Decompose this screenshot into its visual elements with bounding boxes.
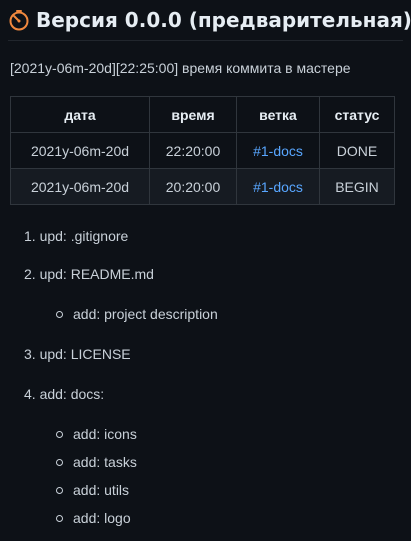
sub-list-item: add: icons (56, 426, 137, 442)
sub-item-text: add: utils (73, 482, 130, 498)
bullet-icon (56, 514, 63, 522)
item-number: 4. (24, 386, 36, 402)
column-header-status: статус (319, 96, 395, 133)
table-row: 2021y-06m-20d 20:20:00 #1-docs BEGIN (10, 168, 395, 205)
list-item: 4. add: docs: (24, 386, 104, 402)
sub-item-text: add: project description (73, 306, 218, 322)
timer-icon (8, 9, 30, 31)
sub-list-item: add: utils (56, 482, 129, 498)
item-number: 2. (24, 266, 36, 282)
cell-time: 22:20:00 (149, 132, 237, 169)
bullet-icon (56, 458, 63, 466)
cell-branch: #1-docs (236, 132, 320, 169)
bullet-icon (56, 430, 63, 438)
item-text: add: docs: (39, 386, 105, 402)
list-item: 1. upd: .gitignore (24, 228, 128, 244)
list-item: 2. upd: README.md (24, 266, 154, 282)
column-header-time: время (149, 96, 237, 133)
commit-table: дата время ветка статус 2021y-06m-20d 22… (10, 96, 395, 205)
page-title: Версия 0.0.0 (предварительная) (36, 8, 411, 32)
column-header-branch: ветка (236, 96, 320, 133)
commit-time-line: [2021y-06m-20d][22:25:00] время коммита … (10, 60, 351, 76)
sub-item-text: add: tasks (73, 454, 137, 470)
item-number: 1. (24, 228, 36, 244)
version-heading: Версия 0.0.0 (предварительная) (8, 4, 411, 41)
release-notes-page: Версия 0.0.0 (предварительная) [2021y-06… (0, 0, 411, 541)
cell-status: DONE (319, 132, 395, 169)
branch-link[interactable]: #1-docs (253, 179, 303, 195)
item-text: upd: LICENSE (39, 346, 131, 362)
branch-link[interactable]: #1-docs (253, 143, 303, 159)
table-row: 2021y-06m-20d 22:20:00 #1-docs DONE (10, 132, 395, 169)
sub-item-text: add: logo (73, 510, 131, 526)
sub-list-item: add: project description (56, 306, 218, 322)
column-header-date: дата (10, 96, 150, 133)
bullet-icon (56, 486, 63, 494)
cell-time: 20:20:00 (149, 168, 237, 205)
sub-item-text: add: icons (73, 426, 137, 442)
sub-list-item: add: logo (56, 510, 131, 526)
cell-status: BEGIN (319, 168, 395, 205)
item-text: upd: README.md (39, 266, 154, 282)
cell-branch: #1-docs (236, 168, 320, 205)
item-number: 3. (24, 346, 36, 362)
list-item: 3. upd: LICENSE (24, 346, 131, 362)
cell-date: 2021y-06m-20d (10, 132, 150, 169)
bullet-icon (56, 310, 63, 318)
table-header-row: дата время ветка статус (10, 96, 395, 133)
sub-list-item: add: tasks (56, 454, 137, 470)
item-text: upd: .gitignore (39, 228, 129, 244)
cell-date: 2021y-06m-20d (10, 168, 150, 205)
